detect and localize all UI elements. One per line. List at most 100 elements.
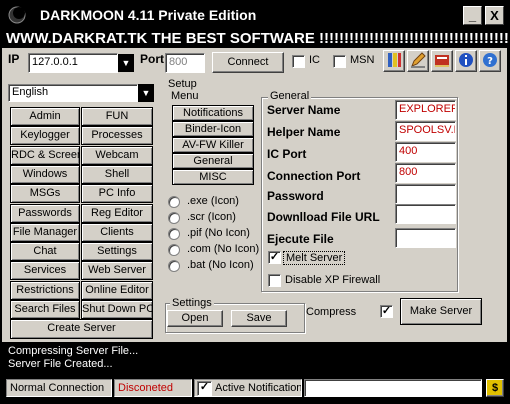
ic-checkbox[interactable] [292,55,305,68]
field-label: Password [267,189,324,203]
nav-button-settings[interactable]: Settings [81,242,153,261]
website-banner: WWW.DARKRAT.TK THE BEST SOFTWARE !!!!!!!… [0,30,510,48]
check-icon: ✓ [381,305,392,317]
make-server-button[interactable]: Make Server [400,298,482,325]
help-button[interactable]: ? [479,50,501,72]
setup-menu-title: Menu [171,90,199,102]
field-input[interactable]: SPOOLSV.EXE [395,121,456,141]
extension-radio[interactable] [168,212,180,224]
setup-menu-notifications[interactable]: Notifications [172,105,254,121]
nav-button-online-editor[interactable]: Online Editor [81,281,153,300]
paint-icon [388,53,401,67]
dollar-button[interactable]: $ [486,379,504,397]
extension-radio[interactable] [168,228,180,240]
nav-button-services[interactable]: Services [10,261,80,280]
active-notification-checkbox[interactable]: ✓ [197,380,212,396]
status-input[interactable] [304,379,482,397]
info-icon [459,53,473,67]
field-input[interactable] [395,184,456,204]
info-button[interactable] [455,50,477,72]
client-area: IP 127.0.0.1 ▼ Port 800 Connect IC MSN ?… [2,48,507,342]
nav-button-rdc-screen[interactable]: RDC & Screen [10,146,80,165]
pencil-button[interactable] [407,50,429,72]
nav-button-windows[interactable]: Windows [10,165,80,184]
setup-menu-binder-icon[interactable]: Binder-Icon [172,121,254,137]
main-window: DARKMOON 4.11 Private Edition _ X WWW.DA… [0,0,510,404]
moon-app-icon [8,6,26,24]
field-label: Ejecute File [267,232,334,246]
active-notification-panel: ✓ Active Notification [194,379,302,397]
nav-button-reg-editor[interactable]: Reg Editor [81,204,153,223]
disable-firewall-checkbox[interactable] [268,274,281,287]
ip-dropdown-button[interactable]: ▼ [118,54,134,72]
open-button[interactable]: Open [167,310,223,327]
extension-label: .scr (Icon) [187,211,236,223]
field-input[interactable]: EXPLORER.EXE [395,100,456,120]
general-fields: Server Name EXPLORER.EXE Helper Name SPOOLS… [264,100,462,250]
nav-button-restrictions[interactable]: Restrictions [10,281,80,300]
extension-radio[interactable] [168,244,180,256]
disable-firewall-label: Disable XP Firewall [285,274,381,286]
nav-button-admin[interactable]: Admin [10,107,80,126]
nav-button-search-files[interactable]: Search Files [10,300,80,319]
language-dropdown-button[interactable]: ▼ [138,84,154,102]
create-server-button[interactable]: Create Server [10,319,153,339]
port-input[interactable]: 800 [165,53,205,73]
extension-radio[interactable] [168,196,180,208]
setup-menu-misc[interactable]: MISC [172,169,254,185]
nav-button-web-server[interactable]: Web Server [81,261,153,280]
nav-button-shell[interactable]: Shell [81,165,153,184]
field-input[interactable]: 400 [395,142,456,162]
extension-radio-group: .exe (Icon) .scr (Icon) .pif (No Icon) .com… [168,195,268,275]
nav-button-chat[interactable]: Chat [10,242,80,261]
status-bar: Normal Connection Disconeted ✓ Active Not… [4,377,506,399]
save-button[interactable]: Save [231,310,287,327]
window-title: DARKMOON 4.11 Private Edition [40,7,257,23]
connect-button[interactable]: Connect [212,52,284,73]
connection-type-panel: Normal Connection [6,379,112,397]
pencil-icon [411,52,426,68]
msn-label: MSN [350,54,375,66]
field-label: Connection Port [267,169,361,183]
nav-button-file-manager[interactable]: File Manager [10,223,80,242]
field-input[interactable] [395,228,456,248]
nav-button-pc-info[interactable]: PC Info [81,184,153,203]
check-icon: ✓ [199,380,210,393]
field-label: Downlload File URL [267,210,380,224]
chevron-down-icon: ▼ [141,88,151,98]
language-select[interactable]: English [8,84,138,102]
close-button[interactable]: X [485,6,504,25]
setup-menu-list: Notifications Binder-Icon AV-FW Killer Gene… [172,105,254,188]
melt-server-checkbox[interactable]: ✓ [268,251,281,264]
log-line: Server File Created... [8,358,113,370]
nav-button-keylogger[interactable]: Keylogger [10,126,80,145]
nav-button-passwords[interactable]: Passwords [10,204,80,223]
setup-menu-av-fw-killer[interactable]: AV-FW Killer [172,137,254,153]
ip-label: IP [8,52,20,66]
compress-checkbox[interactable]: ✓ [380,305,393,318]
ip-input[interactable]: 127.0.0.1 [28,53,118,73]
port-label: Port [140,52,164,66]
msn-checkbox[interactable] [333,55,346,68]
extension-label: .bat (No Icon) [187,259,254,271]
nav-button-processes[interactable]: Processes [81,126,153,145]
paint-button[interactable] [383,50,405,72]
nav-button-msgs[interactable]: MSGs [10,184,80,203]
field-input[interactable]: 800 [395,163,456,183]
extension-radio[interactable] [168,260,180,272]
active-notification-label: Active Notification [215,382,302,394]
nav-button-shut-down-pc[interactable]: Shut Down PC [81,300,153,319]
nav-button-clients[interactable]: Clients [81,223,153,242]
close-icon: X [490,8,499,23]
title-bar: DARKMOON 4.11 Private Edition _ X [0,0,510,30]
nav-button-webcam[interactable]: Webcam [81,146,153,165]
field-label: IC Port [267,147,307,161]
nav-button-fun[interactable]: FUN [81,107,153,126]
setup-menu-general[interactable]: General [172,153,254,169]
field-input[interactable] [395,204,456,224]
minimize-button[interactable]: _ [463,6,482,25]
book-button[interactable] [431,50,453,72]
log-line: Compressing Server File... [8,345,139,357]
ic-label: IC [309,54,320,66]
minimize-icon: _ [468,8,477,23]
